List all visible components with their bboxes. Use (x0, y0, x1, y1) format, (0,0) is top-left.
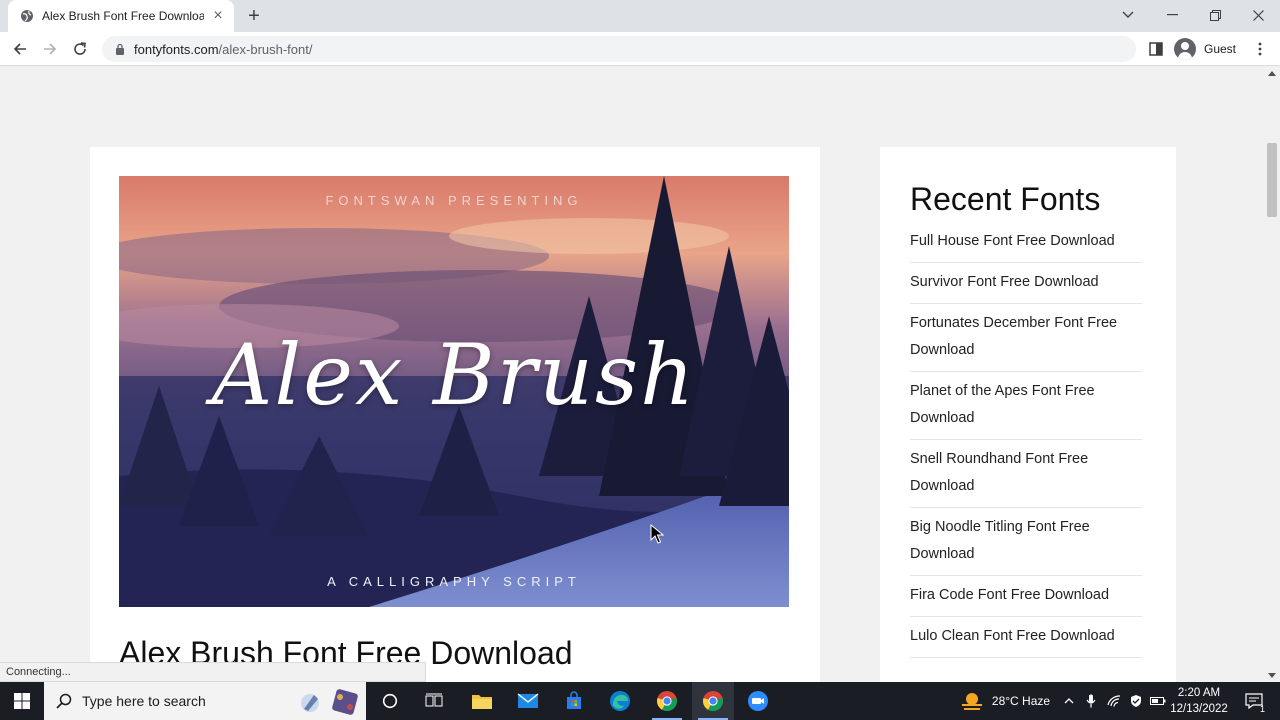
weather-text: 28°C Haze (991, 694, 1051, 708)
reload-button[interactable] (68, 37, 92, 61)
close-window-button[interactable] (1236, 0, 1280, 30)
wifi-icon (1107, 695, 1121, 707)
side-panel-button[interactable] (1144, 37, 1168, 61)
arrow-left-icon (13, 43, 26, 55)
network-button[interactable] (1104, 682, 1124, 720)
scroll-down-arrow-icon[interactable] (1268, 673, 1276, 678)
reload-icon (74, 42, 86, 55)
recent-font-link[interactable]: Snell Roundhand Font Free Download (910, 440, 1142, 508)
minimize-button[interactable] (1150, 0, 1194, 30)
profile-button[interactable]: Guest (1174, 37, 1236, 61)
store-button[interactable] (554, 682, 594, 720)
mail-icon (517, 693, 539, 708)
task-view-icon (425, 693, 443, 707)
taskbar-search-box[interactable]: Type here to search (44, 682, 366, 720)
sun-haze-icon (961, 693, 982, 710)
task-view-button[interactable] (416, 682, 452, 720)
chrome-taskbar-button[interactable] (646, 682, 688, 720)
recent-font-link[interactable]: Fira Code Font Free Download (910, 576, 1142, 617)
recent-font-link[interactable]: Survivor Font Free Download (910, 263, 1142, 304)
windows-taskbar: Type here to search 28°C Haze 2:20 AM 12… (0, 682, 1280, 720)
recent-font-link[interactable]: Lulo Clean Font Free Download (910, 617, 1142, 658)
recent-fonts-list: Full House Font Free Download Survivor F… (910, 228, 1142, 658)
search-highlight-icon (301, 689, 358, 715)
article-card: FONTSWAN PRESENTING Alex Brush A CALLIGR… (90, 147, 820, 682)
recent-font-link[interactable]: Full House Font Free Download (910, 228, 1142, 263)
clock-date: 12/13/2022 (1170, 703, 1228, 715)
page-viewport: FONTSWAN PRESENTING Alex Brush A CALLIGR… (0, 67, 1264, 682)
globe-icon (21, 10, 33, 22)
lock-icon[interactable] (114, 43, 126, 55)
page-scrollbar[interactable] (1264, 67, 1280, 682)
url-host: fontyfonts.com (134, 41, 219, 57)
recent-font-link[interactable]: Planet of the Apes Font Free Download (910, 372, 1142, 440)
kebab-menu-icon (1258, 42, 1262, 56)
folder-icon (472, 695, 492, 709)
profile-label: Guest (1204, 42, 1237, 56)
tab-strip: Alex Brush Font Free Download | × + (0, 0, 1280, 32)
side-panel-icon (1149, 42, 1163, 56)
forward-button[interactable] (38, 37, 62, 61)
recent-font-link[interactable]: Big Noodle Titling Font Free Download (910, 508, 1142, 576)
edge-button[interactable] (600, 682, 640, 720)
restore-button[interactable] (1193, 0, 1237, 30)
new-tab-button[interactable]: + (242, 4, 266, 28)
battery-button[interactable] (1148, 682, 1168, 720)
cortana-icon (382, 693, 398, 709)
chrome-icon (703, 691, 723, 712)
chrome-icon (657, 691, 677, 712)
back-button[interactable] (8, 37, 32, 61)
search-placeholder: Type here to search (82, 693, 206, 709)
clock-time: 2:20 AM (1177, 687, 1221, 699)
scroll-thumb[interactable] (1267, 143, 1277, 217)
avatar-icon (1174, 38, 1196, 60)
start-button[interactable] (0, 682, 44, 720)
weather-widget[interactable]: 28°C Haze (950, 682, 1060, 720)
mouse-cursor-icon (650, 524, 664, 544)
recent-font-link[interactable]: Fortunates December Font Free Download (910, 304, 1142, 372)
tab-close-icon[interactable]: × (210, 7, 226, 24)
zoom-button[interactable] (738, 682, 778, 720)
shield-icon (1131, 695, 1141, 707)
microphone-button[interactable] (1082, 682, 1100, 720)
browser-tab[interactable]: Alex Brush Font Free Download | × (8, 0, 234, 32)
defender-button[interactable] (1126, 682, 1146, 720)
address-bar[interactable]: fontyfonts.com/alex-brush-font/ (102, 36, 1136, 62)
chevron-up-icon (1064, 698, 1074, 704)
windows-logo-icon (14, 693, 30, 709)
system-clock[interactable]: 2:20 AM 12/13/2022 (1166, 685, 1232, 717)
status-bubble: Connecting... (0, 662, 426, 682)
mail-button[interactable] (508, 682, 548, 720)
cortana-button[interactable] (372, 682, 408, 720)
tab-title: Alex Brush Font Free Download | (42, 9, 204, 23)
file-explorer-button[interactable] (462, 682, 502, 720)
recent-fonts-widget: Recent Fonts Full House Font Free Downlo… (880, 147, 1176, 682)
hero-image[interactable]: FONTSWAN PRESENTING Alex Brush A CALLIGR… (119, 176, 789, 607)
notification-count: 1 (1260, 704, 1266, 714)
menu-button[interactable] (1248, 37, 1272, 61)
battery-icon (1150, 697, 1166, 705)
hero-presenting-text: FONTSWAN PRESENTING (325, 193, 583, 208)
store-icon (567, 691, 581, 709)
scroll-up-arrow-icon[interactable] (1268, 71, 1276, 76)
chrome-guest-taskbar-button[interactable] (692, 682, 734, 720)
microphone-icon (1086, 694, 1096, 708)
widget-heading: Recent Fonts (910, 181, 1101, 217)
search-icon (56, 693, 72, 709)
action-center-button[interactable]: 1 (1236, 682, 1272, 720)
zoom-icon (748, 691, 768, 711)
hero-script-title: Alex Brush (211, 326, 697, 424)
arrow-right-icon (44, 43, 57, 55)
tab-search-chevron-icon[interactable] (1106, 0, 1150, 30)
hero-subtitle: A CALLIGRAPHY SCRIPT (327, 574, 581, 589)
edge-icon (610, 691, 630, 711)
show-hidden-icons-button[interactable] (1060, 682, 1078, 720)
url-path: /alex-brush-font/ (218, 41, 313, 57)
browser-toolbar: fontyfonts.com/alex-brush-font/ Guest (0, 32, 1280, 66)
